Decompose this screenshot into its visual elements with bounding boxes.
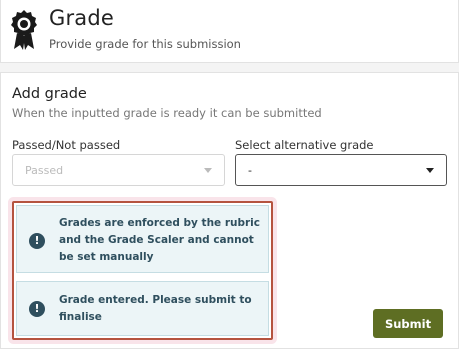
passed-not-passed-select: Passed (12, 154, 225, 186)
grade-header: Grade Provide grade for this submission (0, 0, 459, 63)
alert-grade-entered: ! Grade entered. Please submit to finali… (16, 281, 269, 336)
page-title: Grade (49, 6, 115, 30)
add-grade-card: Add grade When the inputted grade is rea… (0, 72, 459, 349)
passed-select-value: Passed (25, 164, 64, 177)
alternative-grade-select[interactable]: - (235, 154, 447, 186)
page-subtitle: Provide grade for this submission (49, 37, 241, 51)
chevron-down-icon (426, 168, 434, 173)
alert-rubric-enforced: ! Grades are enforced by the rubric and … (16, 205, 269, 273)
chevron-down-icon (204, 168, 212, 173)
section-description: When the inputted grade is ready it can … (12, 106, 322, 120)
award-ribbon-icon (11, 10, 37, 50)
passed-not-passed-label: Passed/Not passed (12, 138, 121, 152)
submit-button[interactable]: Submit (373, 309, 443, 338)
exclamation-circle-icon: ! (29, 301, 45, 317)
section-title: Add grade (12, 86, 87, 102)
alerts-highlight: ! Grades are enforced by the rubric and … (12, 201, 273, 340)
alert-text: Grade entered. Please submit to finalise (59, 294, 252, 323)
alternative-select-value: - (248, 164, 252, 177)
alert-text: Grades are enforced by the rubric and th… (59, 217, 260, 263)
alternative-grade-label: Select alternative grade (235, 138, 374, 152)
exclamation-circle-icon: ! (29, 233, 45, 249)
